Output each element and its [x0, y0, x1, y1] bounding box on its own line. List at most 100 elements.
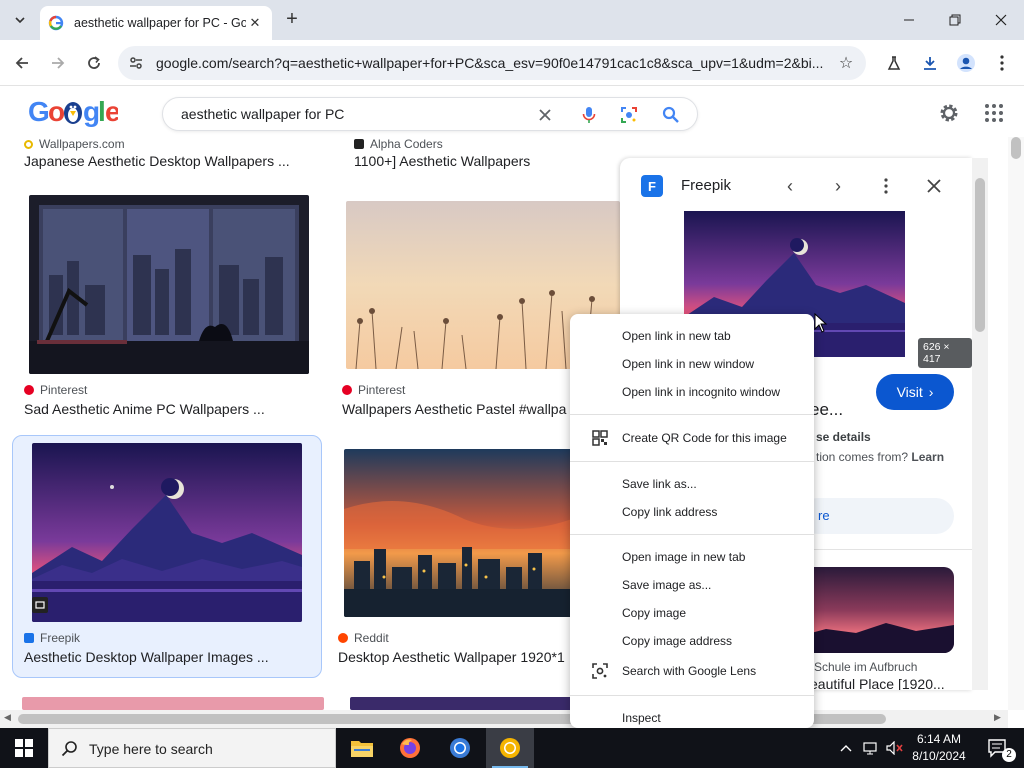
ctx-search-google-lens[interactable]: Search with Google Lens — [570, 658, 814, 684]
restore-button[interactable] — [932, 0, 978, 40]
page-vertical-scrollbar[interactable] — [1008, 137, 1024, 710]
start-button[interactable] — [0, 728, 48, 768]
labs-button[interactable] — [880, 49, 908, 77]
ctx-copy-link-address[interactable]: Copy link address — [570, 499, 814, 525]
image-badge-icon — [32, 597, 48, 613]
settings-gear-icon[interactable] — [937, 101, 961, 125]
context-menu: Open link in new tab Open link in new wi… — [570, 314, 814, 728]
taskbar-search-box[interactable]: Type here to search — [48, 728, 336, 768]
result-source: Reddit — [338, 631, 389, 645]
freepik-logo-icon: F — [641, 175, 663, 197]
address-bar[interactable]: google.com/search?q=aesthetic+wallpaper+… — [118, 46, 866, 80]
forward-button[interactable] — [44, 49, 72, 77]
ctx-inspect[interactable]: Inspect — [570, 705, 814, 728]
ctx-copy-image[interactable]: Copy image — [570, 600, 814, 626]
ctx-open-image-new-tab[interactable]: Open image in new tab — [570, 544, 814, 570]
result-thumbnail-city-sunset[interactable] — [344, 449, 572, 617]
result-source-text: Freepik — [40, 631, 81, 645]
taskbar-file-explorer[interactable] — [338, 728, 386, 768]
image-dimensions-badge: 626 × 417 — [918, 338, 972, 368]
google-lens-icon[interactable] — [619, 105, 639, 125]
visit-label: Visit — [896, 384, 923, 400]
network-button[interactable] — [860, 728, 882, 768]
related-title[interactable]: eautiful Place [1920... — [810, 676, 945, 690]
tab-search-button[interactable] — [8, 8, 32, 32]
clear-search-icon[interactable] — [535, 105, 555, 125]
tab-close-icon[interactable]: ✕ — [246, 14, 264, 32]
site-info-icon[interactable] — [128, 55, 144, 71]
url-text[interactable]: google.com/search?q=aesthetic+wallpaper+… — [156, 55, 828, 71]
panel-pill-button[interactable]: re — [800, 498, 954, 534]
ctx-open-link-new-tab[interactable]: Open link in new tab — [570, 323, 814, 349]
search-query-text[interactable]: aesthetic wallpaper for PC — [181, 106, 344, 122]
show-hidden-icons-button[interactable] — [836, 728, 856, 768]
volume-button[interactable] — [884, 728, 906, 768]
panel-details-label[interactable]: se details — [816, 430, 871, 444]
taskbar-chrome-1[interactable] — [436, 728, 484, 768]
new-tab-button[interactable]: + — [281, 9, 303, 31]
result-title[interactable]: Sad Aesthetic Anime PC Wallpapers ... — [24, 401, 314, 417]
learn-link[interactable]: Learn — [911, 450, 944, 464]
close-icon — [995, 14, 1007, 26]
ctx-open-link-new-window[interactable]: Open link in new window — [570, 351, 814, 377]
result-source: Freepik — [24, 631, 80, 645]
chevron-down-icon — [15, 17, 25, 24]
restore-icon — [949, 14, 961, 26]
browser-tab-active[interactable]: aesthetic wallpaper for PC - Google Sear… — [40, 6, 272, 40]
result-source-text: Pinterest — [358, 383, 406, 397]
page-scrollbar-thumb[interactable] — [1011, 137, 1021, 159]
google-search-box[interactable]: aesthetic wallpaper for PC — [162, 97, 698, 131]
svg-text:G: G — [28, 96, 49, 127]
result-thumbnail-partial[interactable] — [22, 697, 324, 710]
voice-search-icon[interactable] — [579, 105, 599, 125]
google-header: G o g l e aesthetic wallpaper for PC — [0, 87, 1024, 137]
back-button[interactable] — [8, 49, 36, 77]
notification-center-button[interactable]: 2 — [980, 728, 1016, 768]
search-icon[interactable] — [661, 105, 681, 125]
qr-code-icon — [592, 430, 608, 446]
taskbar-clock[interactable]: 6:14 AM 8/10/2024 — [906, 731, 972, 765]
arrow-left-icon — [15, 57, 28, 69]
result-thumbnail-sad-anime[interactable] — [29, 195, 309, 374]
next-result-button[interactable]: › — [825, 173, 851, 199]
panel-more-button[interactable] — [873, 173, 899, 199]
scroll-left-icon[interactable]: ◀ — [4, 712, 11, 723]
ctx-save-link-as[interactable]: Save link as... — [570, 471, 814, 497]
profile-button[interactable] — [952, 49, 980, 77]
browser-menu-button[interactable] — [988, 49, 1016, 77]
previous-result-button[interactable]: ‹ — [777, 173, 803, 199]
result-title[interactable]: Japanese Aesthetic Desktop Wallpapers ..… — [24, 153, 314, 169]
reload-button[interactable] — [80, 49, 108, 77]
ctx-save-image-as[interactable]: Save image as... — [570, 572, 814, 598]
page-horizontal-scrollbar[interactable]: ◀ ▶ — [0, 710, 1008, 728]
google-doodle-logo[interactable]: G o g l e — [28, 93, 121, 139]
scroll-right-icon[interactable]: ▶ — [994, 712, 1001, 723]
result-title[interactable]: 1100+] Aesthetic Wallpapers — [354, 153, 614, 169]
close-panel-button[interactable] — [921, 173, 947, 199]
ctx-create-qr-code[interactable]: Create QR Code for this image — [570, 425, 814, 451]
wallpapers-com-icon — [24, 139, 33, 149]
result-title[interactable]: Desktop Aesthetic Wallpaper 1920*1 — [338, 649, 570, 665]
google-apps-icon[interactable] — [984, 103, 1004, 123]
taskbar-firefox[interactable] — [386, 728, 434, 768]
panel-scrollbar[interactable] — [972, 158, 988, 690]
close-icon — [927, 179, 941, 193]
minimize-button[interactable] — [886, 0, 932, 40]
bookmark-star-icon[interactable]: ☆ — [836, 53, 856, 73]
close-window-button[interactable] — [978, 0, 1024, 40]
ctx-copy-image-address[interactable]: Copy image address — [570, 628, 814, 654]
result-title[interactable]: Aesthetic Desktop Wallpaper Images ... — [24, 649, 314, 665]
result-thumbnail-partial[interactable] — [350, 697, 572, 710]
result-title[interactable]: Wallpapers Aesthetic Pastel #wallpa — [342, 401, 570, 417]
panel-scrollbar-thumb[interactable] — [975, 178, 985, 332]
result-source-text: Reddit — [354, 631, 389, 645]
related-image-thumbnail[interactable] — [796, 567, 954, 653]
visit-button[interactable]: Visit › — [876, 374, 954, 410]
taskbar-chrome-active[interactable] — [486, 728, 534, 768]
tab-title: aesthetic wallpaper for PC - Google Sear… — [74, 16, 246, 30]
panel-site-name[interactable]: Freepik — [681, 177, 731, 194]
downloads-button[interactable] — [916, 49, 944, 77]
result-thumbnail-mountains[interactable] — [32, 443, 302, 622]
ctx-open-link-incognito[interactable]: Open link in incognito window — [570, 379, 814, 405]
panel-heading: ee... — [810, 400, 844, 419]
